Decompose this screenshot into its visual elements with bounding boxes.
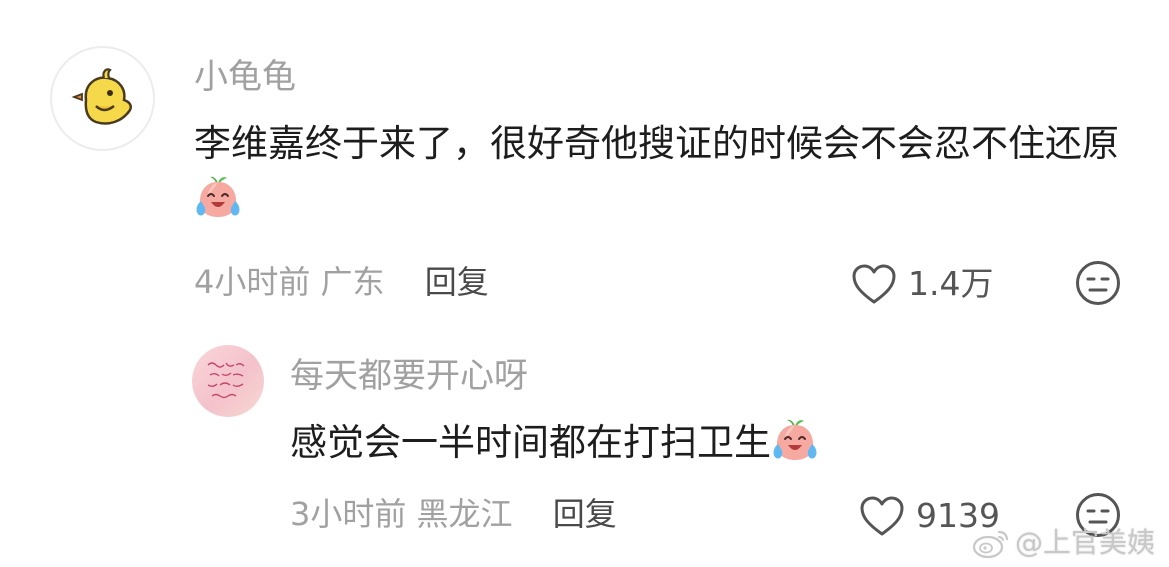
- watermark: @上官美姨: [971, 525, 1155, 561]
- comment-location: 广东: [320, 263, 385, 301]
- comment-time: 4小时前: [194, 263, 311, 301]
- yellow-chick-icon: [71, 68, 132, 125]
- avatar[interactable]: [50, 46, 155, 151]
- comment-meta: 4小时前 广东 回复: [194, 262, 489, 302]
- reply-button[interactable]: 回复: [425, 263, 489, 301]
- comment-time: 3小时前: [290, 495, 407, 533]
- heart-icon: [860, 496, 904, 536]
- comment-text-content: 感觉会一半时间都在打扫卫生: [290, 421, 771, 464]
- comment-meta: 3小时前 黑龙江 回复: [290, 494, 617, 534]
- dislike-face-icon[interactable]: [1075, 260, 1121, 306]
- comment-text: 感觉会一半时间都在打扫卫生: [290, 415, 1090, 471]
- heart-icon: [852, 264, 896, 304]
- comment-text-content: 李维嘉终于来了，很好奇他搜证的时候会不会忍不住还原: [194, 122, 1119, 165]
- avatar[interactable]: [192, 345, 264, 417]
- crying-peach-emoji: [771, 417, 819, 461]
- like-button[interactable]: 1.4万: [850, 262, 993, 306]
- watermark-text: @上官美姨: [1014, 526, 1155, 559]
- comment-text: 李维嘉终于来了，很好奇他搜证的时候会不会忍不住还原: [194, 116, 1124, 228]
- reply-button[interactable]: 回复: [553, 495, 617, 533]
- pink-handwriting-avatar: [207, 362, 245, 399]
- username[interactable]: 小龟龟: [194, 57, 296, 97]
- weibo-logo-icon: [972, 530, 1009, 559]
- crying-peach-emoji: [194, 174, 242, 218]
- like-count: 1.4万: [908, 264, 994, 303]
- username[interactable]: 每天都要开心呀: [290, 356, 528, 396]
- comment-location: 黑龙江: [416, 495, 513, 533]
